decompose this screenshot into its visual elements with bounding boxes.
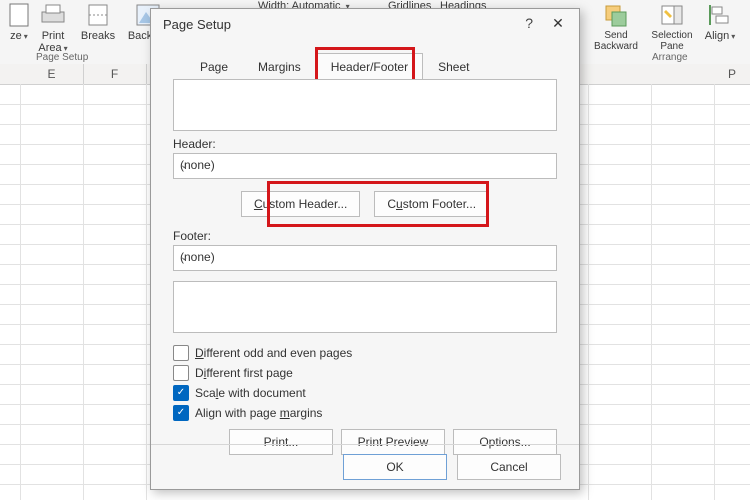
header-label: Header: [173, 137, 557, 151]
cancel-button[interactable]: Cancel [457, 454, 561, 480]
header-preview [173, 79, 557, 131]
col-header-F[interactable]: F [83, 64, 147, 84]
close-button[interactable]: ✕ [545, 13, 571, 33]
print-area-icon [39, 2, 67, 28]
align-icon [706, 2, 734, 28]
dialog-tabs: Page Margins Header/Footer Sheet [185, 53, 484, 81]
tab-margins[interactable]: Margins [243, 53, 316, 81]
footer-preview [173, 281, 557, 333]
dialog-title: Page Setup [163, 17, 231, 32]
print-area-button[interactable]: Print Area▾ [30, 2, 76, 54]
breaks-button[interactable]: Breaks [78, 2, 118, 42]
checkbox-scale[interactable] [173, 385, 189, 401]
selection-pane-button[interactable]: Selection Pane [646, 2, 698, 52]
chk-scale-row[interactable]: Scale with document [173, 385, 557, 401]
align-button[interactable]: Align▾ [700, 2, 740, 42]
footer-label: Footer: [173, 229, 557, 243]
checkbox-align[interactable] [173, 405, 189, 421]
send-backward-button[interactable]: Send Backward [590, 2, 642, 52]
selection-pane-icon [658, 2, 686, 28]
tab-sheet[interactable]: Sheet [423, 53, 484, 81]
dialog-footer: OK Cancel [151, 444, 579, 489]
send-backward-icon [602, 2, 630, 28]
help-button[interactable]: ? [525, 15, 533, 31]
dialog-panel: Header: (none) ⌄ Custom Header... Custom… [173, 79, 557, 435]
chevron-down-icon: ⌄ [180, 160, 552, 171]
header-combo[interactable]: (none) ⌄ [173, 153, 557, 179]
page-setup-group-label: Page Setup [36, 52, 88, 63]
chevron-down-icon: ⌄ [180, 252, 552, 263]
print-area-label: Print Area [38, 30, 64, 54]
ok-button[interactable]: OK [343, 454, 447, 480]
selection-pane-label: Selection Pane [646, 30, 698, 52]
tab-header-footer[interactable]: Header/Footer [316, 53, 423, 81]
chk-diff-first-row[interactable]: Different first page [173, 365, 557, 381]
footer-combo[interactable]: (none) ⌄ [173, 245, 557, 271]
col-header-E[interactable]: E [20, 64, 84, 84]
send-backward-label: Send Backward [590, 30, 642, 52]
custom-header-button[interactable]: Custom Header... [241, 191, 360, 217]
tab-page[interactable]: Page [185, 53, 243, 81]
size-label: ze [10, 30, 22, 42]
size-icon [5, 2, 33, 28]
page-setup-dialog: Page Setup ? ✕ Page Margins Header/Foote… [150, 8, 580, 490]
chk-diff-odd-even-row[interactable]: Different odd and even pages [173, 345, 557, 361]
breaks-icon [84, 2, 112, 28]
col-header-P[interactable]: P [714, 64, 750, 84]
align-label: Align [705, 30, 729, 42]
custom-buttons-row: Custom Header... Custom Footer... [173, 191, 557, 217]
checkbox-diff-first[interactable] [173, 365, 189, 381]
chk-align-row[interactable]: Align with page margins [173, 405, 557, 421]
checkbox-diff-odd-even[interactable] [173, 345, 189, 361]
custom-footer-button[interactable]: Custom Footer... [374, 191, 489, 217]
app-stage: ze▾ Print Area▾ Breaks Backgro Page Setu… [0, 0, 750, 500]
breaks-label: Breaks [81, 30, 115, 42]
arrange-group-label: Arrange [652, 52, 688, 63]
